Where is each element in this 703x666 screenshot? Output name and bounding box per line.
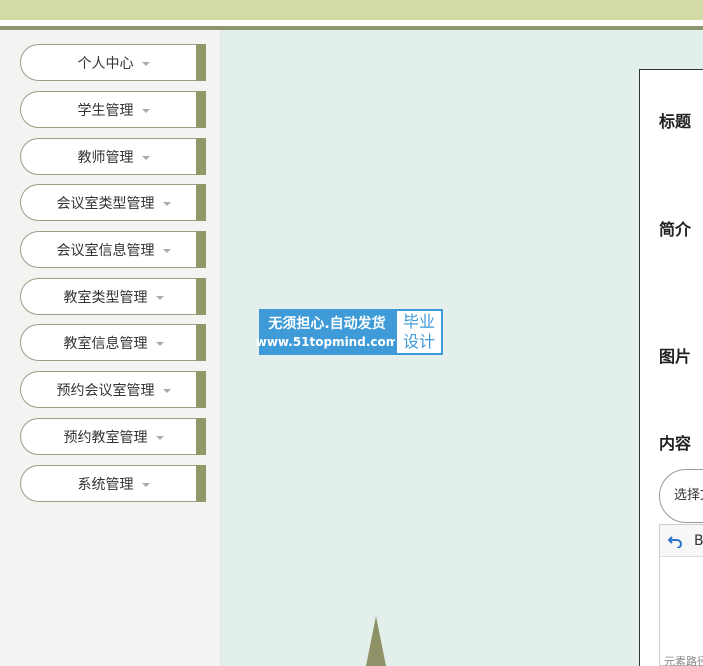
watermark-url: www.51topmind.com (255, 335, 399, 349)
sidebar-item-label: 教室类型管理 (63, 289, 148, 306)
sidebar-item-label: 教室信息管理 (63, 335, 148, 352)
sidebar-item-meeting-room-info[interactable]: 会议室信息管理 (20, 231, 206, 268)
caret-down-icon (162, 388, 171, 393)
caret-down-icon (141, 108, 150, 113)
sidebar-item-teacher-management[interactable]: 教师管理 (20, 138, 206, 175)
title-label: 标题 (659, 112, 692, 131)
sidebar-item-classroom-type[interactable]: 教室类型管理 (20, 278, 206, 315)
watermark-text-block: 无须担心.自动发货 www.51topmind.com (256, 309, 398, 355)
sidebar-item-label: 学生管理 (77, 102, 134, 119)
sidebar-item-label: 会议室类型管理 (56, 195, 155, 212)
sidebar-item-label: 系统管理 (77, 476, 134, 493)
watermark-slogan: 无须担心.自动发货 (268, 316, 386, 332)
rich-text-editor[interactable]: B 元素路径 (659, 524, 703, 666)
sidebar-item-label: 个人中心 (77, 55, 134, 72)
sidebar-item-classroom-booking[interactable]: 预约教室管理 (20, 418, 206, 455)
content-label: 内容 (659, 434, 692, 453)
watermark-badge: 毕业 设计 (395, 309, 443, 355)
undo-icon[interactable] (668, 534, 682, 548)
editor-toolbar: B (660, 525, 703, 557)
sidebar-item-label: 预约教室管理 (63, 429, 148, 446)
watermark-logo: 无须担心.自动发货 www.51topmind.com 毕业 设计 (256, 309, 443, 355)
caret-down-icon (155, 295, 164, 300)
top-header-bar (0, 0, 703, 20)
sidebar-item-student-management[interactable]: 学生管理 (20, 91, 206, 128)
caret-down-icon (155, 435, 164, 440)
main-content: 无须担心.自动发货 www.51topmind.com 毕业 设计 (221, 30, 703, 666)
bold-button[interactable]: B (694, 533, 703, 549)
sidebar-item-label: 教师管理 (77, 149, 134, 166)
image-label: 图片 (659, 347, 692, 366)
sidebar-item-meeting-room-booking[interactable]: 预约会议室管理 (20, 371, 206, 408)
sidebar-item-classroom-info[interactable]: 教室信息管理 (20, 324, 206, 361)
intro-label: 简介 (659, 220, 692, 239)
watermark-badge-line2: 设计 (402, 332, 435, 351)
sidebar-item-meeting-room-type[interactable]: 会议室类型管理 (20, 184, 206, 221)
sidebar-item-personal-center[interactable]: 个人中心 (20, 44, 206, 81)
sidebar-item-label: 会议室信息管理 (56, 242, 155, 259)
caret-down-icon (141, 482, 150, 487)
caret-down-icon (162, 201, 171, 206)
sidebar: 个人中心 学生管理 教师管理 会议室类型管理 会议室信息管理 教室类型管理 教室… (0, 30, 221, 666)
caret-down-icon (141, 155, 150, 160)
watermark-badge-line1: 毕业 (402, 312, 435, 331)
caret-down-icon (141, 61, 150, 66)
editor-element-path: 元素路径 (664, 655, 703, 666)
sidebar-item-system-management[interactable]: 系统管理 (20, 465, 206, 502)
sidebar-item-label: 预约会议室管理 (56, 382, 155, 399)
decorative-spike (366, 616, 386, 666)
caret-down-icon (155, 341, 164, 346)
caret-down-icon (162, 248, 171, 253)
